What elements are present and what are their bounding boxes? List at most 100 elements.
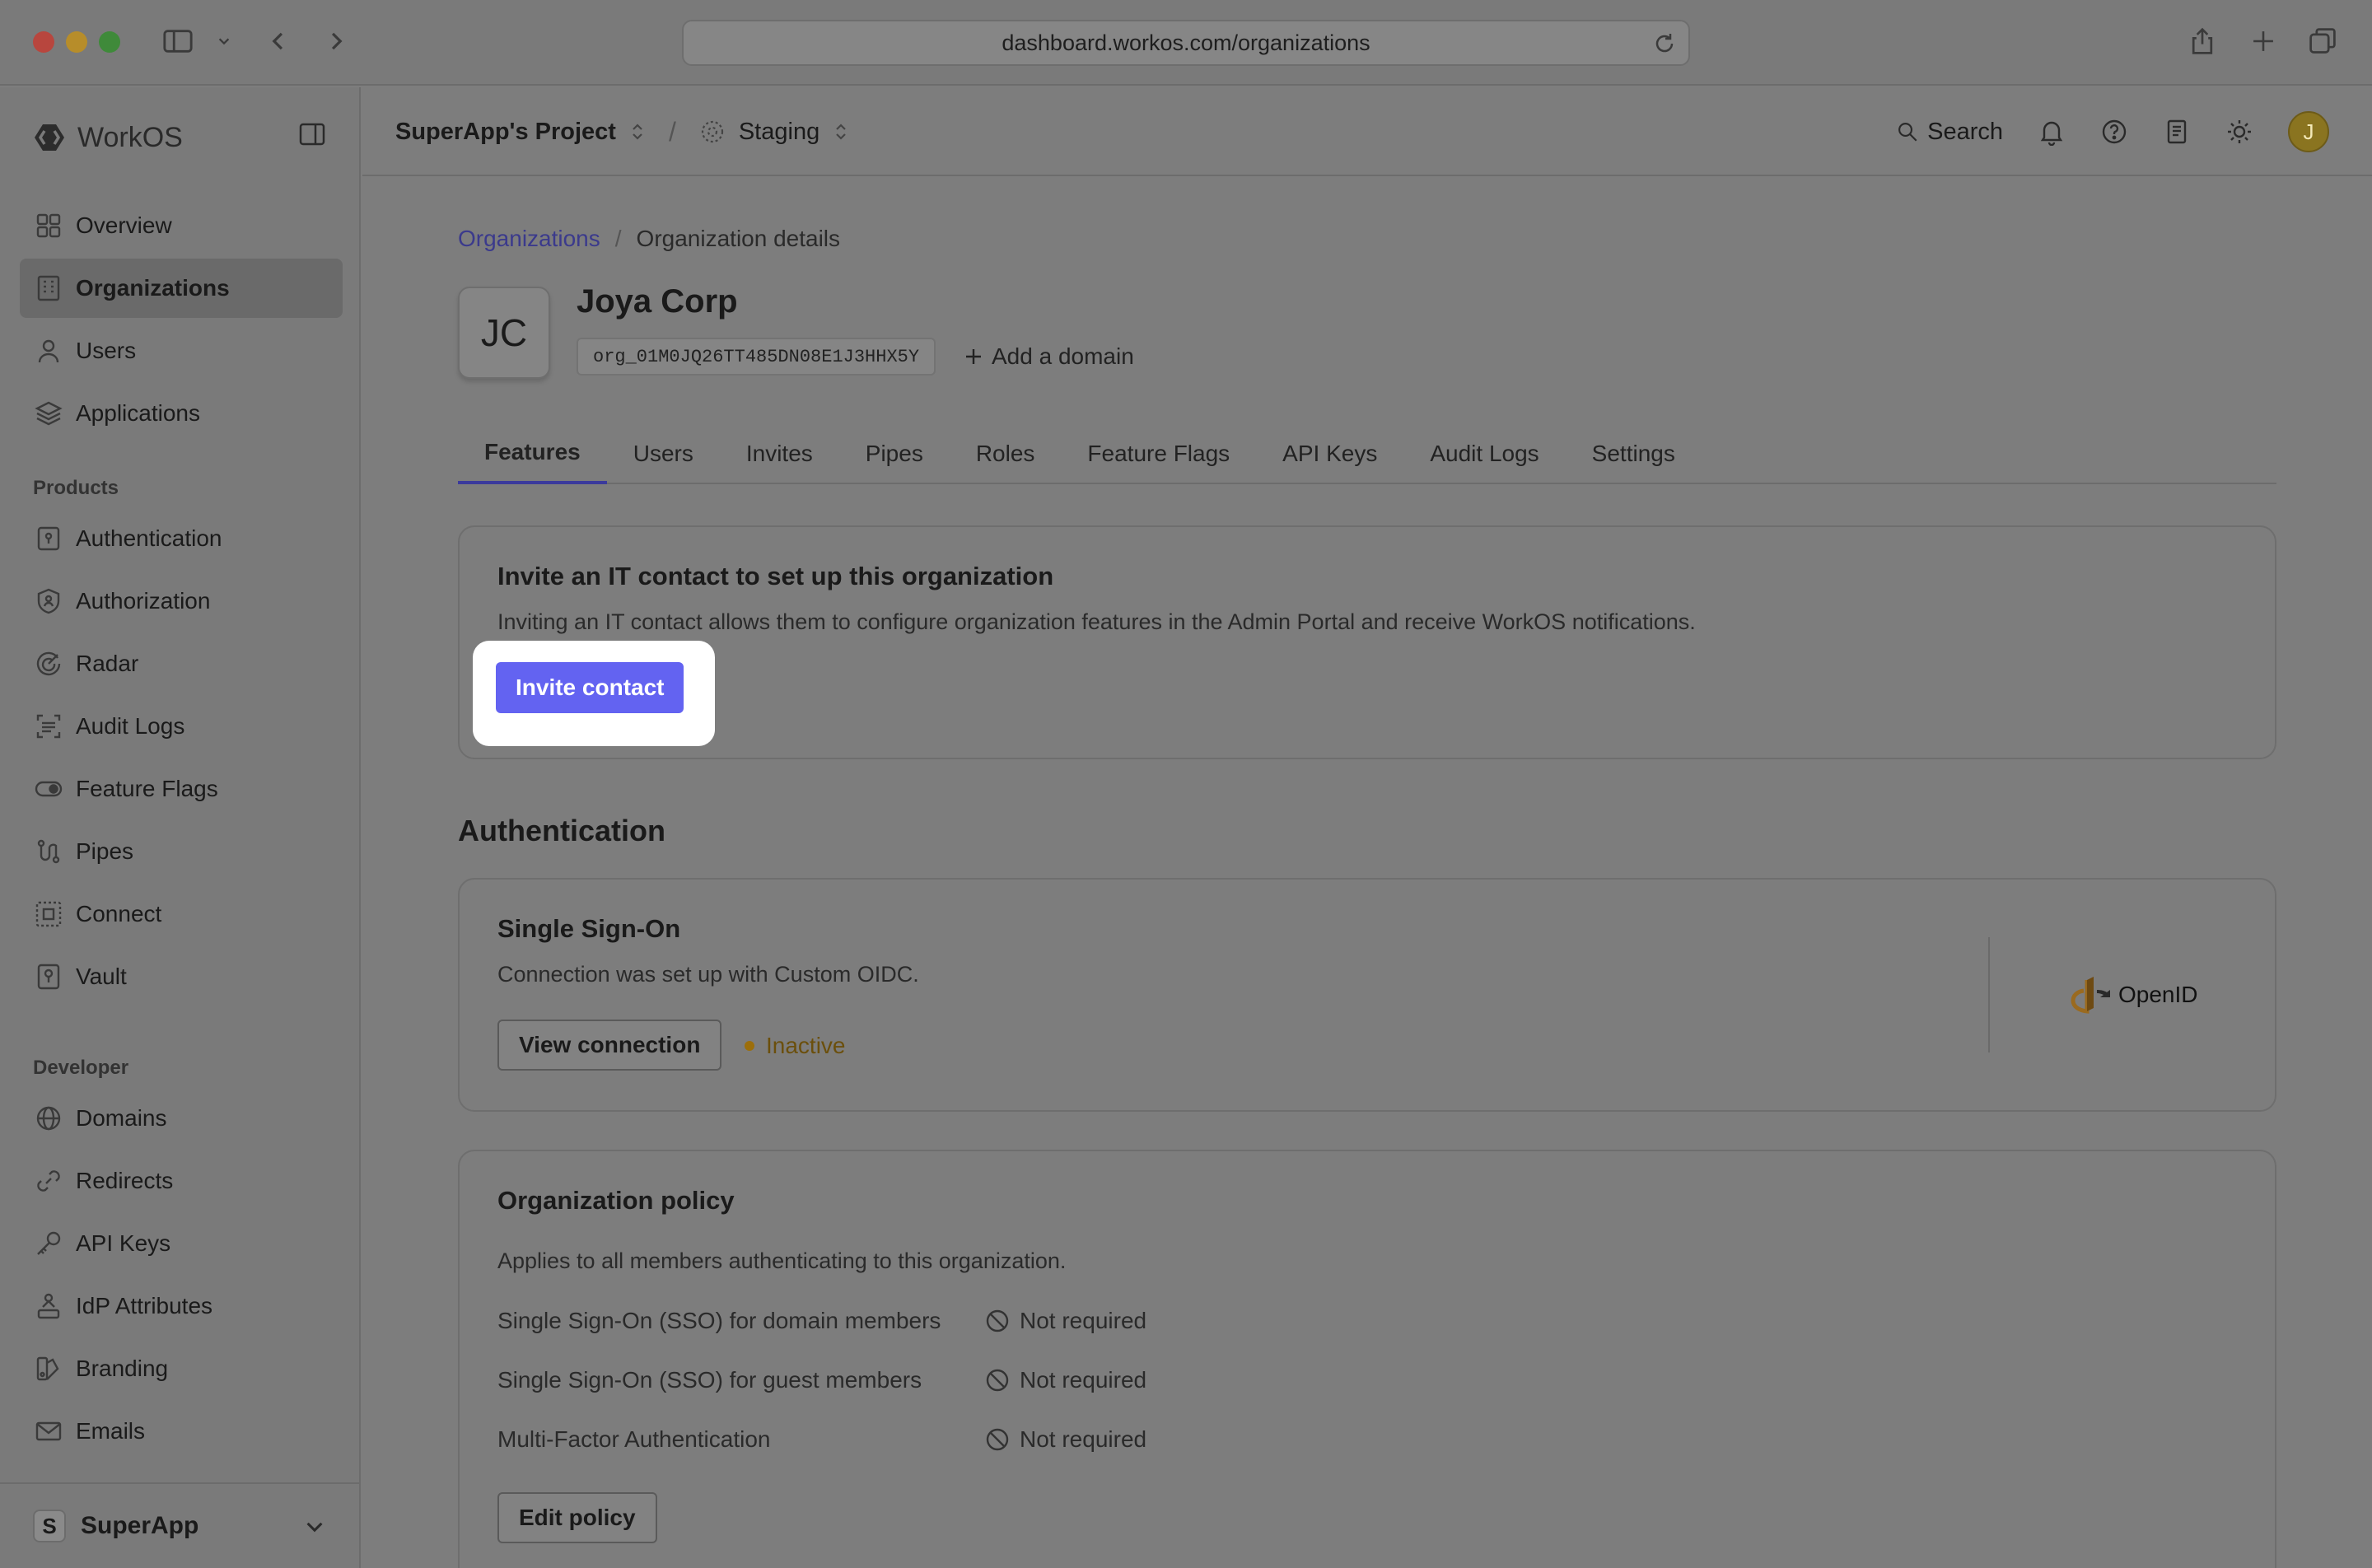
organization-policy-card: Organization policy Applies to all membe… [458,1150,2276,1568]
sidebar-item-authentication[interactable]: Authentication [20,509,343,568]
products-heading: Products [33,477,119,499]
grid-icon [36,213,61,238]
sidebar-item-connect[interactable]: Connect [20,884,343,944]
reload-icon[interactable] [1652,31,1677,56]
not-required-icon [986,1428,1009,1451]
sidebar-item-overview[interactable]: Overview [20,196,343,255]
tab-roles[interactable]: Roles [950,423,1062,484]
sidebar: WorkOS Overview Organizations Users Appl… [0,87,361,1568]
sidebar-item-domains[interactable]: Domains [20,1089,343,1148]
address-bar[interactable]: dashboard.workos.com/organizations [682,20,1690,66]
policy-row-label: Multi-Factor Authentication [497,1426,771,1452]
environment-icon [701,120,723,143]
divider [1988,937,1990,1052]
sidebar-item-label: Authentication [76,525,222,551]
openid-label: OpenID [2118,982,2198,1007]
org-id-badge[interactable]: org_01M0JQ26TT485DN08E1J3HHX5Y [577,338,936,376]
forward-icon[interactable] [320,25,353,58]
sidebar-item-label: Pipes [76,838,134,864]
invite-card-description: Inviting an IT contact allows them to co… [497,609,1696,634]
sidebar-item-api-keys[interactable]: API Keys [20,1214,343,1273]
sidebar-item-emails[interactable]: Emails [20,1402,343,1461]
help-icon[interactable] [2100,118,2128,146]
sidebar-item-branding[interactable]: Branding [20,1339,343,1398]
project-switcher-breadcrumb: SuperApp's Project / Staging [395,112,849,152]
avatar[interactable]: J [2288,111,2329,152]
workspace-switcher[interactable]: S SuperApp [0,1482,359,1568]
project-selector[interactable]: SuperApp's Project [395,119,616,146]
sidebar-item-authorization[interactable]: Authorization [20,572,343,631]
key-icon [37,1231,61,1255]
back-icon[interactable] [262,25,295,58]
minimize-window-button[interactable] [66,31,87,53]
policy-row-value: Not required [985,1367,1146,1393]
tab-api-keys[interactable]: API Keys [1256,423,1403,484]
tab-audit-logs[interactable]: Audit Logs [1403,423,1565,484]
add-domain-button[interactable]: Add a domain [964,338,1134,376]
sidebar-item-label: Domains [76,1105,167,1131]
sidebar-item-label: Connect [76,901,162,926]
sidebar-item-audit-logs[interactable]: Audit Logs [20,697,343,756]
policy-title: Organization policy [497,1186,735,1215]
chevron-down-icon[interactable] [208,25,240,58]
chevron-updown-icon[interactable] [629,121,646,142]
docs-icon[interactable] [2163,118,2191,146]
breadcrumb-separator: / [614,226,622,251]
sidebar-item-vault[interactable]: Vault [20,947,343,1006]
collapse-sidebar-icon[interactable] [298,120,326,148]
zoom-window-button[interactable] [99,31,120,53]
layers-icon [35,401,63,426]
sidebar-item-feature-flags[interactable]: Feature Flags [20,759,343,819]
sidebar-item-organizations[interactable]: Organizations [20,259,343,318]
attributes-icon [37,1293,60,1319]
edit-policy-button[interactable]: Edit policy [497,1492,657,1543]
policy-value-label: Not required [1020,1367,1147,1393]
sidebar-item-pipes[interactable]: Pipes [20,822,343,881]
sidebar-item-radar[interactable]: Radar [20,634,343,693]
sidebar-products-nav: Products Authentication Authorization Ra… [20,468,343,1010]
status-dot [745,1041,754,1051]
sidebar-toggle-icon[interactable] [161,25,194,58]
brand-name: WorkOS [77,121,183,153]
vault-icon [37,964,60,990]
theme-sun-icon[interactable] [2225,118,2253,146]
view-connection-button[interactable]: View connection [497,1020,722,1071]
tab-feature-flags[interactable]: Feature Flags [1061,423,1256,484]
search-button[interactable]: Search [1896,119,2003,146]
new-tab-icon[interactable] [2247,25,2280,58]
openid-icon [2071,977,2110,1014]
auth-icon [37,526,60,551]
brand[interactable]: WorkOS [33,117,183,158]
search-icon [1898,123,1917,142]
invite-contact-button[interactable]: Invite contact [496,662,684,713]
environment-selector[interactable]: Staging [739,119,819,146]
tab-settings[interactable]: Settings [1566,423,1702,484]
tab-pipes[interactable]: Pipes [839,423,950,484]
sso-title: Single Sign-On [497,914,681,943]
status-label: Inactive [766,1033,846,1058]
top-header: SuperApp's Project / Staging Search J [362,87,2372,176]
breadcrumb-current: Organization details [636,226,841,251]
sidebar-item-applications[interactable]: Applications [20,384,343,443]
sidebar-item-label: Applications [76,400,200,426]
tab-features[interactable]: Features [458,423,607,484]
tab-invites[interactable]: Invites [720,423,839,484]
chevron-down-icon [306,1522,323,1533]
bell-icon[interactable] [2038,118,2066,146]
workspace-badge: S [33,1510,66,1542]
chevron-updown-icon[interactable] [833,121,849,142]
sidebar-item-label: Branding [76,1356,169,1381]
breadcrumb-organizations-link[interactable]: Organizations [458,226,600,252]
policy-value-label: Not required [1020,1426,1147,1452]
close-window-button[interactable] [33,31,54,53]
org-tabs: Features Users Invites Pipes Roles Featu… [458,423,2276,484]
workspace-name: SuperApp [81,1512,199,1539]
sidebar-item-users[interactable]: Users [20,321,343,380]
share-icon[interactable] [2186,25,2219,58]
tab-users[interactable]: Users [607,423,720,484]
tab-overview-icon[interactable] [2306,25,2339,58]
sidebar-item-idp-attributes[interactable]: IdP Attributes [20,1276,343,1336]
sidebar-item-redirects[interactable]: Redirects [20,1151,343,1211]
sso-card: Single Sign-On Connection was set up wit… [458,878,2276,1112]
shield-icon [37,588,60,614]
